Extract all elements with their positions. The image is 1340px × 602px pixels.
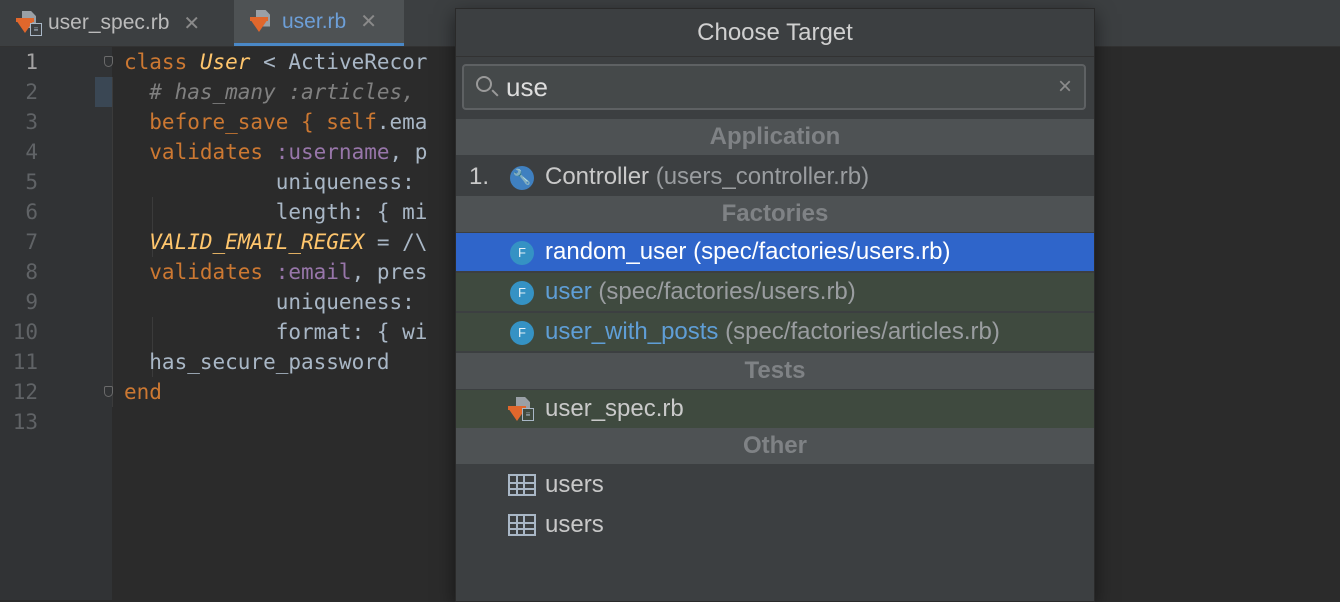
item-path: (spec/factories/articles.rb)	[725, 318, 1000, 345]
code-token: format: { wi	[124, 320, 428, 344]
line-number: 9	[25, 290, 38, 314]
item-name: users	[545, 471, 604, 498]
code-token: :email	[275, 260, 352, 284]
table-icon	[508, 514, 536, 536]
code-text: uniqueness:	[124, 287, 427, 317]
item-path: (spec/factories/users.rb)	[693, 238, 951, 265]
ruby-test-file-icon: ≡	[16, 9, 42, 37]
code-token: VALID_EMAIL_REGEX	[124, 230, 365, 254]
line-number: 5	[25, 170, 38, 194]
search-input[interactable]	[506, 70, 1046, 104]
popup-title: Choose Target	[456, 9, 1094, 57]
item-name: user_spec.rb	[545, 395, 684, 422]
code-token: < ActiveRecor	[250, 50, 428, 74]
code-token: # has_many :articles,	[124, 80, 428, 104]
line-number: 12	[12, 380, 38, 404]
section-header-tests: Tests	[456, 353, 1094, 389]
code-token: validates	[124, 140, 276, 164]
code-token: validates	[124, 260, 276, 284]
code-text: class User < ActiveRecor	[124, 47, 427, 77]
list-item-user-with-posts[interactable]: F user_with_posts (spec/factories/articl…	[456, 313, 1094, 351]
code-text: uniqueness:	[124, 167, 427, 197]
clear-icon[interactable]: ×	[1058, 74, 1072, 100]
code-token: :username	[275, 140, 390, 164]
ruby-test-file-icon: ≡	[508, 395, 536, 423]
list-item-controller[interactable]: 1. 🔧 Controller (users_controller.rb)	[456, 158, 1094, 196]
item-label: users	[545, 466, 604, 504]
fold-marker-icon[interactable]	[104, 386, 113, 397]
list-item-user[interactable]: F user (spec/factories/users.rb)	[456, 273, 1094, 311]
line-number: 2	[25, 80, 38, 104]
item-path: (users_controller.rb)	[655, 163, 870, 190]
item-name: random_user	[545, 238, 687, 265]
code-text: # has_many :articles,	[124, 77, 427, 107]
item-path: (spec/factories/users.rb)	[598, 278, 856, 305]
line-number: 4	[25, 140, 38, 164]
code-token: has_secure_password	[124, 350, 390, 374]
tab-user-spec[interactable]: ≡ user_spec.rb ✕	[0, 0, 232, 46]
search-box[interactable]: ×	[462, 64, 1086, 110]
factory-icon: F	[510, 321, 534, 345]
search-icon	[476, 76, 492, 92]
code-token: = /\	[364, 230, 428, 254]
close-icon[interactable]: ✕	[183, 11, 200, 36]
item-label: user (spec/factories/users.rb)	[545, 273, 856, 311]
code-token: User	[199, 50, 251, 74]
tab-label: user.rb	[282, 9, 347, 33]
factory-icon: F	[510, 281, 534, 305]
code-text: length: { mi	[124, 197, 428, 227]
item-label: random_user (spec/factories/users.rb)	[545, 233, 951, 271]
item-label: Controller (users_controller.rb)	[545, 158, 869, 196]
factory-icon: F	[510, 241, 534, 265]
item-name: Controller	[545, 163, 650, 190]
item-name: users	[545, 511, 604, 538]
code-token: before_save {	[124, 110, 327, 134]
close-icon[interactable]: ✕	[360, 9, 377, 34]
code-token: length: { mi	[124, 200, 428, 224]
list-item-random-user[interactable]: F random_user (spec/factories/users.rb)	[456, 233, 1094, 271]
line-number: 11	[12, 350, 38, 374]
code-text: before_save { self.ema	[124, 107, 427, 137]
item-label: users	[545, 506, 604, 544]
line-number: 6	[25, 200, 38, 224]
table-icon	[508, 474, 536, 496]
line-number: 13	[12, 410, 38, 434]
line-number: 8	[25, 260, 38, 284]
code-text: end	[124, 377, 162, 407]
line-number: 7	[25, 230, 38, 254]
code-token: self	[326, 110, 377, 134]
section-header-factories: Factories	[456, 196, 1094, 232]
item-name: user	[545, 278, 592, 305]
wrench-icon: 🔧	[510, 166, 534, 190]
item-number: 1.	[469, 163, 490, 190]
list-item-users-table[interactable]: users	[456, 466, 1094, 504]
code-text: has_secure_password	[124, 347, 390, 377]
code-text: VALID_EMAIL_REGEX = /\	[124, 227, 427, 257]
tab-label: user_spec.rb	[48, 11, 170, 34]
code-token: uniqueness:	[124, 290, 428, 314]
line-number: 10	[12, 320, 38, 344]
code-text: format: { wi	[124, 317, 428, 347]
list-item-users-table[interactable]: users	[456, 506, 1094, 544]
item-label: user_with_posts (spec/factories/articles…	[545, 313, 1000, 351]
line-number: 3	[25, 110, 38, 134]
code-token: end	[124, 380, 162, 404]
code-token: class	[124, 50, 200, 74]
code-token: , p	[389, 140, 428, 164]
section-header-application: Application	[456, 119, 1094, 155]
list-item-user-spec[interactable]: ≡ user_spec.rb	[456, 390, 1094, 428]
section-header-other: Other	[456, 428, 1094, 464]
choose-target-popup: Choose Target × Application 1. 🔧 Control…	[455, 8, 1095, 602]
code-text: validates :username, p	[124, 137, 427, 167]
fold-marker-icon[interactable]	[104, 56, 113, 67]
code-token: , pres	[351, 260, 428, 284]
line-number: 1	[25, 50, 38, 74]
item-label: user_spec.rb	[545, 390, 684, 428]
code-text: validates :email, pres	[124, 257, 427, 287]
item-name: user_with_posts	[545, 318, 719, 345]
tab-user[interactable]: user.rb ✕	[234, 0, 404, 46]
code-token: .ema	[376, 110, 428, 134]
code-token: uniqueness:	[124, 170, 428, 194]
ruby-file-icon	[250, 8, 276, 36]
